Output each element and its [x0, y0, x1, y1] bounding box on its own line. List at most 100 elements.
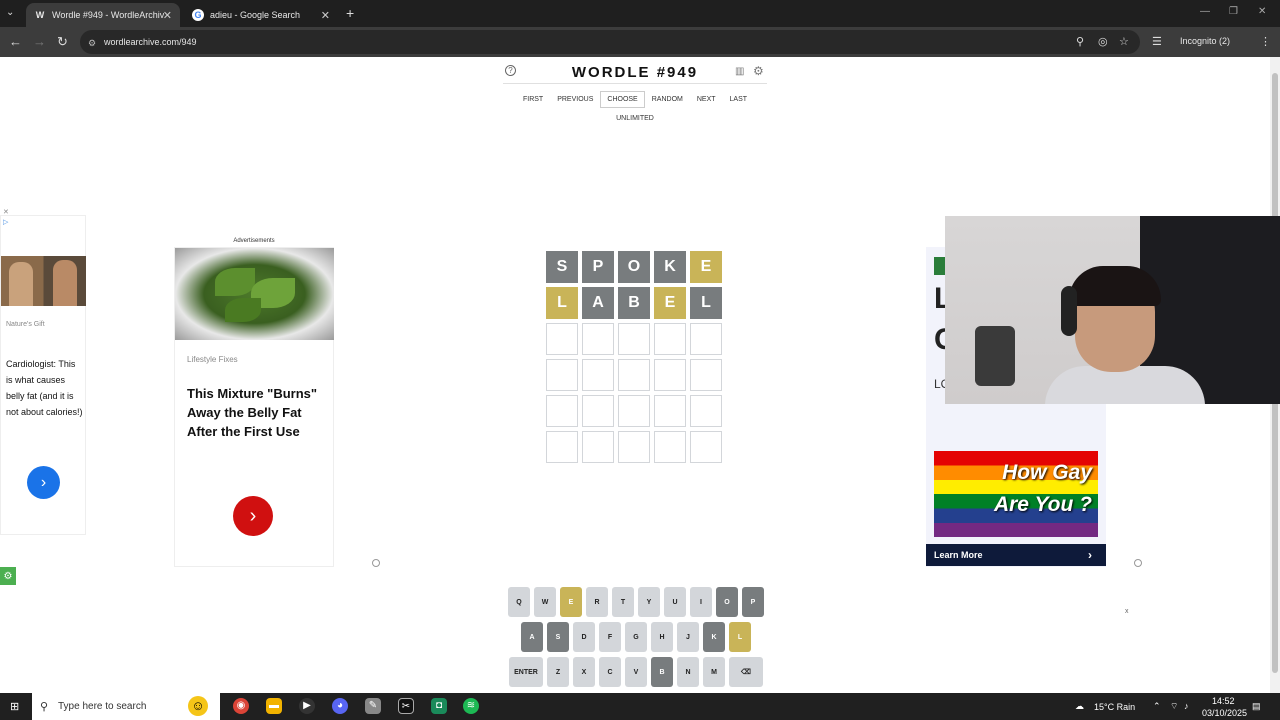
app-icon[interactable]: ✎	[365, 698, 381, 714]
key-w[interactable]: W	[534, 587, 556, 617]
green-widget-icon[interactable]: ⚙	[0, 567, 16, 585]
windows-start-icon[interactable]: ⊞	[10, 700, 19, 713]
discord-icon[interactable]: ◕	[332, 698, 348, 714]
key-q[interactable]: Q	[508, 587, 530, 617]
enter-key[interactable]: ENTER	[509, 657, 543, 687]
close-tab-icon[interactable]: ✕	[163, 9, 172, 22]
key-p[interactable]: P	[742, 587, 764, 617]
ad-label: Advertisements	[233, 238, 275, 244]
nav-choose[interactable]: CHOOSE	[600, 91, 645, 108]
reload-icon[interactable]: ↻	[57, 34, 68, 50]
key-z[interactable]: Z	[547, 657, 569, 687]
nav-next[interactable]: NEXT	[690, 91, 723, 108]
ad-left-text[interactable]: Cardiologist: This is what causes belly …	[6, 356, 84, 420]
learn-more-label: Learn More	[934, 550, 983, 560]
key-g[interactable]: G	[625, 622, 647, 652]
key-s[interactable]: S	[547, 622, 569, 652]
capcut-icon[interactable]: ✂	[398, 698, 414, 714]
spotify-icon[interactable]: ≋	[463, 698, 479, 714]
clock-time[interactable]: 14:52	[1212, 696, 1235, 706]
key-k[interactable]: K	[703, 622, 725, 652]
weather-text[interactable]: 15°C Rain	[1094, 702, 1135, 712]
eye-off-icon[interactable]: ◎	[1098, 35, 1108, 48]
chrome-icon[interactable]: ◉	[233, 698, 249, 714]
media-player-icon[interactable]: ▶	[299, 698, 315, 714]
site-info-icon[interactable]: ⚙	[88, 38, 96, 49]
incognito-badge[interactable]: Incognito (2)	[1180, 36, 1230, 46]
tab-google-search[interactable]: G adieu - Google Search ✕	[184, 3, 338, 27]
bookmark-star-icon[interactable]: ☆	[1119, 35, 1129, 48]
key-u[interactable]: U	[664, 587, 686, 617]
key-o[interactable]: O	[716, 587, 738, 617]
key-i[interactable]: I	[690, 587, 712, 617]
volume-icon[interactable]: ♪	[1184, 701, 1189, 711]
grid-row	[546, 395, 722, 427]
nav-random[interactable]: RANDOM	[645, 91, 690, 108]
stats-icon[interactable]: ▥	[735, 66, 744, 77]
key-x[interactable]: X	[573, 657, 595, 687]
key-d[interactable]: D	[573, 622, 595, 652]
key-y[interactable]: Y	[638, 587, 660, 617]
learn-more-button[interactable]: Learn More ›	[926, 544, 1106, 566]
restore-icon[interactable]: ❐	[1229, 6, 1238, 17]
nav-unlimited[interactable]: UNLIMITED	[600, 115, 670, 122]
zoom-icon[interactable]: ⚲	[1076, 35, 1084, 48]
back-icon[interactable]: ←	[9, 34, 22, 49]
grid-tile: E	[654, 287, 686, 319]
key-v[interactable]: V	[625, 657, 647, 687]
menu-kebab-icon[interactable]: ⋮	[1260, 35, 1271, 48]
ad-right-banner[interactable]: How Gay Are You ?	[934, 451, 1098, 537]
forward-icon[interactable]: →	[33, 34, 46, 49]
key-l[interactable]: L	[729, 622, 751, 652]
windows-taskbar: ⊞ Type here to search ⚲ ☺ ◉ ▬ ▶ ◕ ✎ ✂ ◘ …	[0, 693, 1280, 720]
key-a[interactable]: A	[521, 622, 543, 652]
key-f[interactable]: F	[599, 622, 621, 652]
network-icon[interactable]: ⌔	[1170, 701, 1178, 712]
key-n[interactable]: N	[677, 657, 699, 687]
key-t[interactable]: T	[612, 587, 634, 617]
url-input[interactable]: wordlearchive.com/949	[80, 30, 1140, 54]
close-window-icon[interactable]: ✕	[1258, 6, 1266, 17]
tray-chevron-icon[interactable]: ⌃	[1153, 701, 1161, 712]
backspace-key[interactable]: ⌫	[729, 657, 763, 687]
tab-list-chevron-icon[interactable]: ⌄	[6, 7, 14, 18]
key-c[interactable]: C	[599, 657, 621, 687]
grid-tile	[690, 431, 722, 463]
key-j[interactable]: J	[677, 622, 699, 652]
ad-info-icon[interactable]	[1134, 559, 1142, 567]
clock-date[interactable]: 03/10/2025	[1202, 708, 1247, 718]
grid-tile	[690, 323, 722, 355]
new-tab-icon[interactable]: +	[346, 5, 354, 21]
ad-middle-headline[interactable]: This Mixture "Burns" Away the Belly Fat …	[187, 384, 327, 441]
notifications-icon[interactable]: ▤	[1252, 701, 1261, 712]
key-r[interactable]: R	[586, 587, 608, 617]
ad-middle[interactable]: Lifestyle Fixes This Mixture "Burns" Awa…	[174, 247, 334, 567]
grid-row: SPOKE	[546, 251, 722, 283]
smiley-icon[interactable]: ☺	[188, 696, 208, 716]
ad-close-icon[interactable]: ✕	[3, 208, 9, 216]
app-green-icon[interactable]: ◘	[431, 698, 447, 714]
chevron-right-icon: ›	[1088, 548, 1092, 562]
nav-previous[interactable]: PREVIOUS	[550, 91, 600, 108]
nav-first[interactable]: FIRST	[516, 91, 550, 108]
ad-info-icon[interactable]	[372, 559, 380, 567]
ad-close-icon[interactable]: x	[1125, 608, 1129, 615]
search-icon: ⚲	[40, 701, 49, 713]
ad-middle-arrow-button[interactable]: ›	[233, 496, 273, 536]
key-b[interactable]: B	[651, 657, 673, 687]
weather-icon[interactable]: ☁	[1075, 701, 1084, 712]
key-e[interactable]: E	[560, 587, 582, 617]
tab-search-icon[interactable]: ☰	[1152, 35, 1162, 48]
nav-last[interactable]: LAST	[723, 91, 755, 108]
ad-left-arrow-button[interactable]: ›	[27, 466, 60, 499]
close-tab-icon[interactable]: ✕	[321, 9, 330, 22]
adchoices-icon[interactable]: ▷	[3, 218, 8, 226]
ad-left[interactable]: ✕ ▷ Nature's Gift Cardiologist: This is …	[0, 209, 86, 535]
file-explorer-icon[interactable]: ▬	[266, 698, 282, 714]
tab-wordle[interactable]: W Wordle #949 - WordleArchive.c ✕	[26, 3, 180, 27]
settings-gear-icon[interactable]: ⚙	[753, 64, 764, 78]
key-m[interactable]: M	[703, 657, 725, 687]
minimize-icon[interactable]: —	[1200, 6, 1210, 17]
grid-tile	[654, 395, 686, 427]
key-h[interactable]: H	[651, 622, 673, 652]
